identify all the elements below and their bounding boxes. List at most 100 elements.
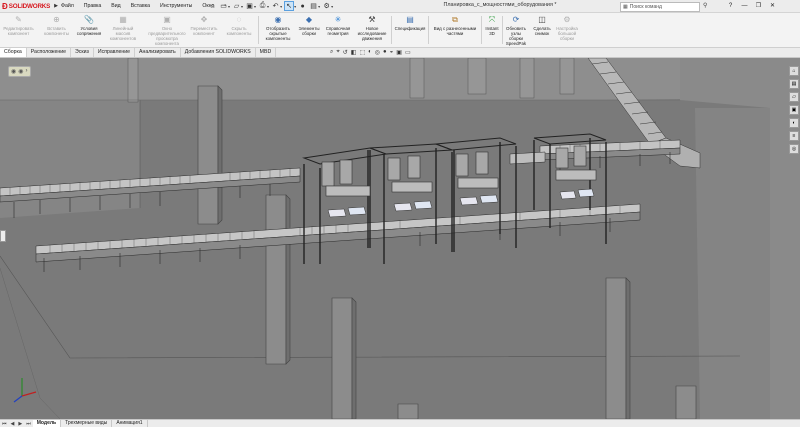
move-component-button[interactable]: ✥ Переместить компонент xyxy=(190,13,218,47)
view-palette-icon[interactable]: ▣ xyxy=(789,105,799,115)
preview-window-icon: ▣ xyxy=(163,15,171,24)
ribbon-separator xyxy=(502,16,503,44)
tab-addins[interactable]: Добавления SOLIDWORKS xyxy=(181,48,256,57)
instant3d-button[interactable]: ⤧ Instant 3D xyxy=(483,13,501,47)
chevron-down-icon[interactable]: ▾ xyxy=(228,4,230,9)
show-hidden-components-button[interactable]: ◉ Отобразить скрытые компоненты xyxy=(261,13,295,47)
design-library-icon[interactable]: ▤ xyxy=(789,79,799,89)
section-view-icon[interactable]: ◧ xyxy=(351,49,357,56)
previous-view-icon[interactable]: ↺ xyxy=(343,49,348,56)
help-icon[interactable]: ? xyxy=(725,1,736,10)
options-gear-icon[interactable]: ⚙ xyxy=(322,2,331,11)
zoom-to-fit-icon[interactable]: ⌕ xyxy=(330,49,333,56)
undo-icon[interactable]: ↶ xyxy=(271,2,280,11)
hide-components-icon: ◌ xyxy=(236,15,242,24)
close-icon[interactable]: ✕ xyxy=(767,1,778,10)
hide-show-items-icon[interactable]: ◎ xyxy=(375,49,380,56)
edit-component-button[interactable]: ✎ Редактировать компонент xyxy=(2,13,35,47)
file-explorer-icon[interactable]: ▱ xyxy=(789,92,799,102)
tab-markup[interactable]: Исправление xyxy=(94,48,136,57)
appearances-icon[interactable]: ◐ xyxy=(789,118,799,128)
minimize-icon[interactable]: — xyxy=(739,1,750,10)
chevron-down-icon[interactable]: ▾ xyxy=(254,4,256,9)
preview-window-button[interactable]: ▣ Окно предварительного просмотра компон… xyxy=(148,13,186,47)
motion-study-icon: ⚒ xyxy=(368,15,376,24)
menu-file[interactable]: Файл xyxy=(56,2,79,10)
menu-tools[interactable]: Инструменты xyxy=(155,2,197,10)
bom-icon: ▤ xyxy=(406,15,414,24)
graphics-viewport[interactable] xyxy=(0,58,800,419)
quick-access-toolbar: ⌂ ▭ ▾ ▱ ▾ ▣ ▾ ⎙ ▾ ↶ ▾ ↖ ▾ ● ▤ ▾ ⚙ ▾ xyxy=(208,1,333,11)
chevron-down-icon[interactable]: ▾ xyxy=(241,4,243,9)
linear-pattern-icon: ▦ xyxy=(119,15,127,24)
ribbon-separator xyxy=(391,16,392,44)
bom-button[interactable]: ▤ Спецификация xyxy=(394,13,426,47)
restore-icon[interactable]: ❐ xyxy=(753,1,764,10)
rebuild-icon[interactable]: ● xyxy=(298,2,307,11)
menu-edit[interactable]: Правка xyxy=(79,2,107,10)
mate-icon: 📎 xyxy=(84,15,94,24)
chevron-right-icon[interactable]: › xyxy=(26,68,28,75)
hide-components-button[interactable]: ◌ Скрыть компоненты xyxy=(222,13,256,47)
menu-insert[interactable]: Вставка xyxy=(126,2,155,10)
eye-icon[interactable]: ◉ xyxy=(11,68,16,75)
mate-button[interactable]: 📎 Условия сопряжения xyxy=(73,13,105,47)
home-icon[interactable]: ⌂ xyxy=(208,2,217,11)
search-icon[interactable]: ⚲ xyxy=(703,2,707,9)
tab-sketch[interactable]: Эскиз xyxy=(71,48,94,57)
app-logo[interactable]: Ɖ SOLIDWORKS ▶ xyxy=(2,1,58,11)
ds-logo-icon: Ɖ xyxy=(2,1,8,11)
task-pane-tabs: ⌂ ▤ ▱ ▣ ◐ ≡ ◎ xyxy=(789,66,799,154)
snapshot-icon: ◫ xyxy=(538,15,546,24)
chevron-down-icon[interactable]: ▾ xyxy=(318,4,320,9)
file-properties-icon[interactable]: ▤ xyxy=(309,2,318,11)
view-orientation-icon[interactable]: ⬚ xyxy=(359,49,365,56)
reference-geometry-icon: ✳ xyxy=(334,15,342,24)
update-speedpak-button[interactable]: ⟳ Обновить узлы сборки SpeedPak xyxy=(504,13,528,47)
tab-assembly[interactable]: Сборка xyxy=(0,48,27,57)
monitor-icon[interactable]: ▭ xyxy=(405,49,411,56)
chevron-down-icon[interactable]: ▾ xyxy=(280,4,282,9)
exploded-view-button[interactable]: ⧉ Вид с разнесенными частями xyxy=(430,13,480,47)
panel-collapse-handle[interactable] xyxy=(0,230,6,242)
custom-properties-icon[interactable]: ≡ xyxy=(789,131,799,141)
chevron-down-icon[interactable]: ▾ xyxy=(331,4,333,9)
tab-mbd[interactable]: MBD xyxy=(256,48,277,57)
feature-tree-flyout-toggle[interactable]: ◉ ◉ › xyxy=(8,66,31,77)
chevron-down-icon[interactable]: ▾ xyxy=(294,4,296,9)
resources-icon[interactable]: ⌂ xyxy=(789,66,799,76)
ribbon-separator xyxy=(258,16,259,44)
exploded-view-icon: ⧉ xyxy=(452,14,458,24)
display-style-icon[interactable]: ◐ xyxy=(368,49,372,56)
open-folder-icon[interactable]: ▱ xyxy=(232,2,241,11)
eye-icon[interactable]: ◉ xyxy=(18,68,23,75)
command-manager-ribbon: ✎ Редактировать компонент ⊕ Вставить ком… xyxy=(0,13,800,48)
ribbon-separator xyxy=(428,16,429,44)
tab-evaluate[interactable]: Анализировать xyxy=(135,48,181,57)
reference-geometry-button[interactable]: ✳ Справочная геометрия xyxy=(323,13,353,47)
assembly-features-icon: ◆ xyxy=(305,15,313,24)
print-icon[interactable]: ⎙ xyxy=(258,2,267,11)
edit-appearance-icon[interactable]: ● xyxy=(383,49,387,56)
zoom-area-icon[interactable]: ⌖ xyxy=(336,49,339,56)
menu-view[interactable]: Вид xyxy=(106,2,125,10)
forum-icon[interactable]: ◎ xyxy=(789,144,799,154)
search-scope-icon[interactable]: ▦ xyxy=(623,4,628,10)
select-pointer-icon[interactable]: ↖ xyxy=(284,1,295,11)
save-icon[interactable]: ▣ xyxy=(245,2,254,11)
apply-scene-icon[interactable]: ◒ xyxy=(390,49,394,56)
linear-pattern-button[interactable]: ▦ Линейный массив компонентов xyxy=(106,13,140,47)
new-document-icon[interactable]: ▭ xyxy=(219,2,228,11)
new-motion-study-button[interactable]: ⚒ Новое исследование движения xyxy=(355,13,389,47)
tab-layout[interactable]: Расположение xyxy=(27,48,72,57)
insert-components-button[interactable]: ⊕ Вставить компоненты xyxy=(40,13,73,47)
search-commands-input[interactable]: ▦ Поиск команд xyxy=(620,2,700,12)
chevron-down-icon[interactable]: ▾ xyxy=(267,4,269,9)
large-assembly-settings-button[interactable]: ⚙ Настройка большой сборки xyxy=(555,13,579,47)
app-name: SOLIDWORKS xyxy=(8,2,51,10)
take-snapshot-button[interactable]: ◫ Сделать снимок xyxy=(531,13,553,47)
view-settings-icon[interactable]: ▣ xyxy=(396,49,402,56)
assembly-features-button[interactable]: ◆ Элементы сборки xyxy=(297,13,321,47)
factory-layout-3d-view xyxy=(0,58,800,419)
document-title: Планировка_с_мощностями_оборудования * xyxy=(443,2,557,8)
